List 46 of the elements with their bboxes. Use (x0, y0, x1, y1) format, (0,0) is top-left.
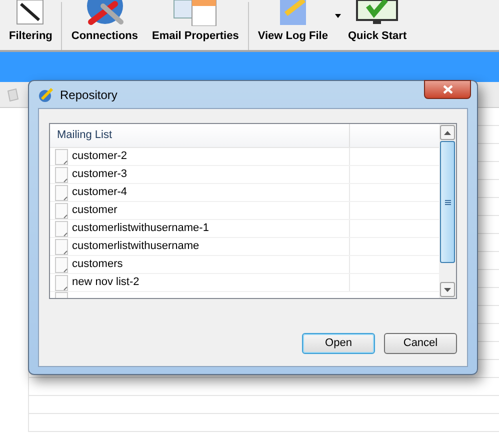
list-item-text: customer-4 (72, 185, 128, 200)
list-row[interactable]: customers (50, 256, 439, 274)
dialog-title: Repository (60, 86, 118, 104)
down-arrow-icon (444, 288, 451, 292)
file-icon (55, 166, 68, 182)
toolbar-button[interactable]: Quick Start (340, 0, 414, 50)
file-icon (55, 238, 68, 254)
list-row[interactable]: customerlistwithusername-1 (50, 220, 439, 238)
toolbar-button[interactable]: Filtering (2, 0, 60, 50)
grip-icon (444, 200, 450, 204)
toolbar-button[interactable]: Email Properties (145, 0, 246, 50)
monitor-check-icon (354, 0, 400, 26)
notepad-pencil-icon (278, 0, 308, 26)
list-row[interactable]: customer-2 (50, 148, 439, 166)
file-icon (55, 256, 68, 272)
document-icon (6, 88, 20, 102)
list-item-text: customerlistwithusername-1 (72, 221, 209, 236)
file-icon (55, 220, 68, 236)
close-icon (442, 85, 452, 94)
list-item-text: customers (72, 257, 123, 272)
list-row[interactable]: customer-3 (50, 166, 439, 184)
file-icon (55, 148, 68, 164)
envelope-table-icon (172, 0, 218, 26)
list-row[interactable]: new nov list-2 (50, 274, 439, 292)
list-item-text: customer-3 (72, 167, 128, 182)
dropdown-caret-icon[interactable] (334, 14, 341, 18)
list-item-text: customerlistwithusername (72, 239, 200, 254)
scrollbar[interactable] (439, 124, 456, 298)
list-item-text: new nov list-2 (72, 275, 140, 290)
up-arrow-icon (444, 130, 451, 134)
close-button[interactable] (424, 80, 471, 99)
scroll-thumb[interactable] (440, 141, 455, 263)
toolbar-button[interactable]: Connections (64, 0, 146, 50)
list-row[interactable]: customer-4 (50, 184, 439, 202)
scroll-up-button[interactable] (440, 125, 455, 140)
toolbar-button[interactable]: View Log File (250, 0, 335, 50)
file-icon (55, 184, 68, 200)
scroll-down-button[interactable] (440, 282, 455, 297)
list-row[interactable]: customer (50, 202, 439, 220)
list-item-text: customer (72, 203, 118, 218)
list-row[interactable]: customerlistwithusername (50, 238, 439, 256)
dialog-button[interactable]: Open (302, 333, 375, 354)
file-icon (55, 202, 68, 218)
app-icon (38, 86, 54, 102)
dialog-button[interactable]: Cancel (384, 333, 457, 354)
list-item-text: customer-2 (72, 149, 128, 164)
